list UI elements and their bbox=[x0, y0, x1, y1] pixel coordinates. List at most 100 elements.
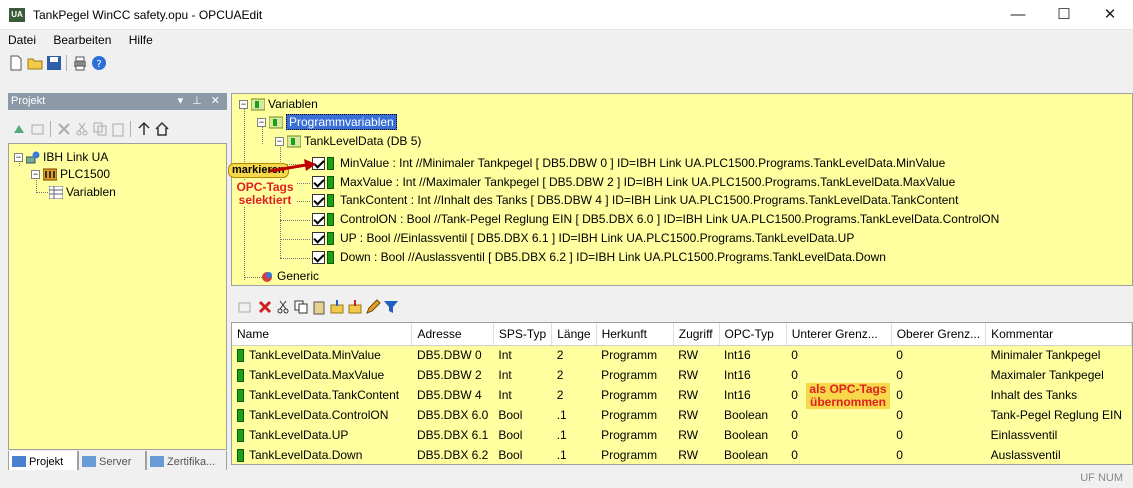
menu-hilfe[interactable]: Hilfe bbox=[123, 30, 159, 50]
col-opc-typ[interactable]: OPC-Typ bbox=[719, 323, 787, 346]
table-cell: Int16 bbox=[724, 348, 751, 363]
table-cell: DB5.DBW 2 bbox=[416, 368, 482, 382]
add-node-icon[interactable] bbox=[12, 121, 28, 137]
col-adresse[interactable]: Adresse bbox=[411, 323, 494, 346]
print-icon[interactable] bbox=[72, 55, 88, 71]
help-icon[interactable]: ? bbox=[91, 55, 107, 71]
collapse-icon[interactable]: − bbox=[257, 118, 266, 128]
status-bar: UF NUM bbox=[0, 470, 1133, 488]
table-cell: 0 bbox=[896, 348, 903, 363]
delete-icon[interactable] bbox=[56, 121, 72, 137]
table-cell: 0 bbox=[896, 368, 903, 382]
maximize-button[interactable]: ☐ bbox=[1041, 0, 1087, 30]
project-tree: − IBH Link UA − PLC1500 Variablen bbox=[8, 143, 227, 450]
minimize-button[interactable]: — bbox=[995, 0, 1041, 30]
var-item-up[interactable]: UP : Bool //Einlassventil [ DB5.DBX 6.1 … bbox=[312, 230, 854, 247]
table-cell: DB5.DBX 6.1 bbox=[416, 428, 489, 442]
table-row[interactable]: TankLevelData.MinValue DB5.DBW 0 Int 2 Progr… bbox=[232, 345, 1132, 365]
generic-icon bbox=[262, 272, 272, 283]
pencil-icon[interactable] bbox=[365, 299, 381, 315]
col-laenge[interactable]: Länge bbox=[551, 323, 597, 346]
home-icon[interactable] bbox=[154, 121, 170, 137]
table-row[interactable]: TankLevelData.UP DB5.DBX 6.1 Bool .1 Program… bbox=[232, 425, 1132, 445]
panel-pin-controls[interactable]: ▾ ⊥ ✕ bbox=[178, 93, 223, 110]
tree-node-variablen-root[interactable]: − Variablen bbox=[239, 96, 318, 113]
main-toolbar: ? bbox=[0, 51, 1133, 75]
col-name[interactable]: Name bbox=[232, 323, 413, 346]
title-bar: UA TankPegel WinCC safety.opu - OPCUAEdi… bbox=[0, 0, 1133, 30]
copy-icon[interactable] bbox=[92, 121, 108, 137]
checkbox-tankcontent[interactable] bbox=[312, 194, 325, 208]
checkbox-controlon[interactable] bbox=[312, 213, 325, 227]
table-cell: 2 bbox=[556, 348, 564, 363]
collapse-icon[interactable]: − bbox=[14, 153, 23, 163]
edit-node-icon[interactable] bbox=[237, 299, 253, 315]
opc-tags-selected-callout: OPC-Tags selektiert bbox=[234, 181, 296, 207]
filter-icon[interactable] bbox=[383, 299, 399, 315]
table-toolbar bbox=[231, 296, 1133, 318]
table-cell: Programm bbox=[601, 388, 658, 402]
save-icon[interactable] bbox=[46, 55, 62, 71]
svg-text:?: ? bbox=[96, 59, 101, 70]
tree-node-generic[interactable]: Generic bbox=[260, 268, 319, 285]
col-zugriff[interactable]: Zugriff bbox=[673, 323, 720, 346]
menu-datei[interactable]: Datei bbox=[2, 30, 42, 50]
tag-icon bbox=[237, 409, 244, 423]
table-cell: RW bbox=[678, 388, 699, 402]
tag-icon bbox=[327, 213, 334, 227]
col-kommentar[interactable]: Kommentar bbox=[985, 323, 1132, 346]
tree-node-ibh-link-ua[interactable]: − IBH Link UA bbox=[14, 149, 108, 166]
checkbox-up[interactable] bbox=[312, 232, 325, 246]
col-unterer-grenz[interactable]: Unterer Grenz... bbox=[786, 323, 892, 346]
copy-icon[interactable] bbox=[293, 299, 309, 315]
tree-node-variablen[interactable]: Variablen bbox=[49, 184, 116, 201]
cut-icon[interactable] bbox=[74, 121, 90, 137]
table-cell: Bool bbox=[498, 408, 523, 422]
col-sps-typ[interactable]: SPS-Typ bbox=[493, 323, 553, 346]
export-icon[interactable] bbox=[347, 299, 363, 315]
table-cell: Programm bbox=[601, 408, 658, 422]
cut-icon[interactable] bbox=[275, 299, 291, 315]
als-opc-tags-callout: als OPC-Tags übernommen bbox=[806, 383, 890, 409]
edit-node-icon[interactable] bbox=[30, 121, 46, 137]
variable-tree: − Variablen − Programmvariablen − TankLevel… bbox=[231, 93, 1133, 286]
var-item-down[interactable]: Down : Bool //Auslassventil [ DB5.DBX 6.… bbox=[312, 249, 886, 266]
close-button[interactable]: ✕ bbox=[1087, 0, 1133, 30]
table-cell: Einlassventil bbox=[990, 428, 1058, 442]
collapse-icon[interactable]: − bbox=[31, 170, 40, 180]
col-herkunft[interactable]: Herkunft bbox=[596, 323, 674, 346]
certificate-icon bbox=[150, 456, 164, 467]
paste-icon[interactable] bbox=[110, 121, 126, 137]
tag-icon bbox=[237, 389, 244, 403]
open-folder-icon[interactable] bbox=[27, 55, 43, 71]
collapse-icon[interactable]: − bbox=[275, 137, 284, 147]
var-item-tankcontent[interactable]: TankContent : Int //Inhalt des Tanks [ D… bbox=[312, 192, 958, 209]
var-item-maxvalue[interactable]: MaxValue : Int //Maximaler Tankpegel [ D… bbox=[312, 174, 955, 191]
table-cell: TankLevelData.MinValue bbox=[232, 345, 412, 365]
tree-node-tanklevel-db[interactable]: − TankLevelData (DB 5) bbox=[275, 133, 421, 150]
table-row[interactable]: TankLevelData.Down DB5.DBX 6.2 Bool .1 Progr… bbox=[232, 445, 1132, 464]
col-oberer-grenz[interactable]: Oberer Grenz... bbox=[891, 323, 987, 346]
table-cell: .1 bbox=[556, 408, 567, 422]
delete-icon[interactable] bbox=[257, 299, 273, 315]
menu-bearbeiten[interactable]: Bearbeiten bbox=[47, 30, 117, 50]
table-cell: RW bbox=[678, 368, 699, 382]
move-up-icon[interactable] bbox=[136, 121, 152, 137]
new-file-icon[interactable] bbox=[8, 55, 24, 71]
paste-icon[interactable] bbox=[311, 299, 327, 315]
table-row[interactable]: TankLevelData.MaxValue DB5.DBW 2 Int 2 Progr… bbox=[232, 365, 1132, 385]
collapse-icon[interactable]: − bbox=[239, 100, 248, 110]
table-cell: TankLevelData.TankContent bbox=[232, 385, 412, 405]
table-cell: .1 bbox=[556, 428, 567, 442]
tree-node-plc1500[interactable]: − PLC1500 bbox=[31, 166, 110, 183]
var-item-minvalue[interactable]: MinValue : Int //Minimaler Tankpegel [ D… bbox=[312, 155, 945, 172]
table-row[interactable]: TankLevelData.ControlON DB5.DBX 6.0 Bool .1… bbox=[232, 405, 1132, 425]
project-panel-header: Projekt ▾ ⊥ ✕ bbox=[8, 93, 227, 110]
tree-node-programmvariablen[interactable]: − Programmvariablen bbox=[257, 114, 397, 131]
arrow-icon bbox=[269, 159, 316, 173]
checkbox-down[interactable] bbox=[312, 251, 325, 265]
tag-icon bbox=[237, 349, 244, 363]
table-row[interactable]: TankLevelData.TankContent DB5.DBW 4 Int 2 Pr… bbox=[232, 385, 1132, 405]
var-item-controlon[interactable]: ControlON : Bool //Tank-Pegel Reglung EI… bbox=[312, 211, 999, 228]
import-icon[interactable] bbox=[329, 299, 345, 315]
